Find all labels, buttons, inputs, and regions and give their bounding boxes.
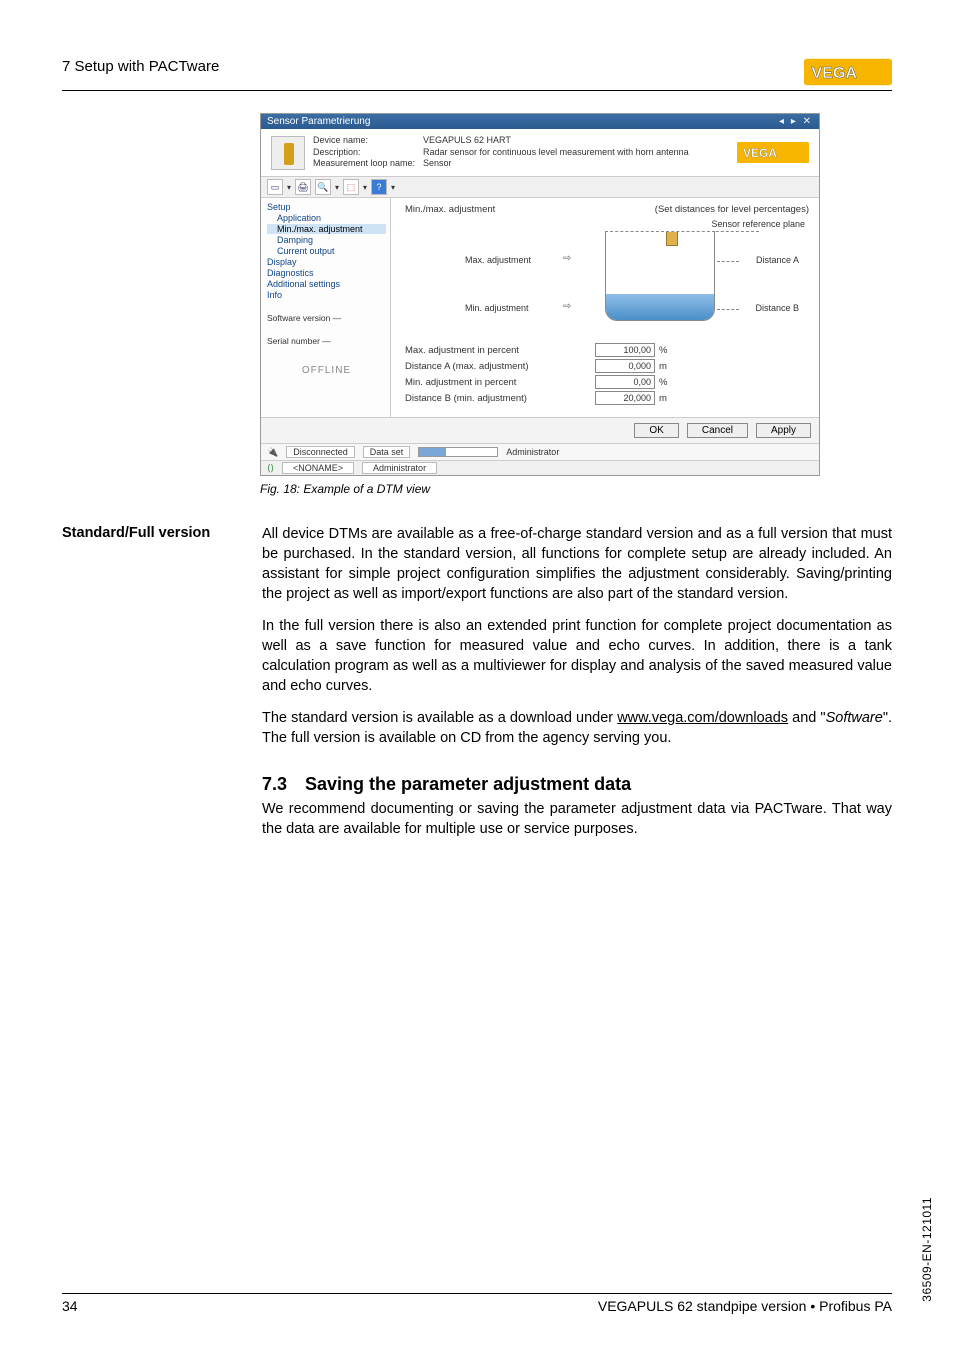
cancel-button[interactable]: Cancel [687,423,748,438]
ok-button[interactable]: OK [634,423,678,438]
min-pct-input[interactable]: 0,00 [595,375,655,389]
status-disconnected: Disconnected [286,446,355,458]
vessel-icon [605,231,715,321]
status-bar-2: ⟨⟩ <NONAME> Administrator [261,460,819,475]
window-controls-icon: ◂ ▸ ✕ [779,116,813,127]
tree-minmax[interactable]: Min./max. adjustment [267,224,386,234]
link-icon: ⟨⟩ [267,463,274,474]
tree-diagnostics[interactable]: Diagnostics [267,268,386,278]
arrow-icon: ⇨ [563,301,571,312]
svg-text:VEGA: VEGA [743,146,777,160]
device-labels: Device name:VEGAPULS 62 HART Description… [313,135,689,170]
page-header: 7 Setup with PACTware VEGA [62,58,892,91]
adjustment-fields: Max. adjustment in percent 100,00 % Dist… [405,343,809,405]
admin-cell: Administrator [362,462,437,474]
vega-logo-small-icon: VEGA [737,142,809,164]
device-thumb-icon [271,136,305,170]
subsection-body: We recommend documenting or saving the p… [262,799,892,839]
toolbar-btn[interactable]: 🔍 [315,179,331,195]
status-bar: 🔌 Disconnected Data set Administrator [261,443,819,460]
nav-tree: Setup Application Min./max. adjustment D… [261,198,391,417]
main-panel: Min./max. adjustment (Set distances for … [391,198,819,417]
tree-application[interactable]: Application [267,213,386,223]
plug-icon: 🔌 [267,447,278,458]
progress-bar [418,447,498,457]
tree-setup[interactable]: Setup [267,202,386,212]
toolbar-btn[interactable]: ⬚ [343,179,359,195]
doc-code: 36509-EN-121011 [920,1197,934,1302]
toolbar-help-icon[interactable]: ? [371,179,387,195]
panel-subheading: (Set distances for level percentages) [655,204,809,215]
offline-label: OFFLINE [267,365,386,376]
device-info-row: Device name:VEGAPULS 62 HART Description… [261,129,819,177]
panel-heading: Min./max. adjustment [405,204,495,215]
dtm-screenshot: Sensor Parametrierung ◂ ▸ ✕ Device name:… [260,113,820,476]
tree-current[interactable]: Current output [267,246,386,256]
product-name: VEGAPULS 62 standpipe version • Profibus… [598,1298,892,1314]
dist-b-input[interactable]: 20,000 [595,391,655,405]
tree-info[interactable]: Info [267,290,386,300]
download-paragraph: The standard version is available as a d… [262,708,892,748]
toolbar-btn[interactable]: ▭ [267,179,283,195]
side-heading: Standard/Full version [62,524,240,760]
subsection-heading: 7.3 Saving the parameter adjustment data [262,774,631,795]
section-header: 7 Setup with PACTware [62,58,219,75]
page-number: 34 [62,1298,78,1314]
vega-logo-icon: VEGA [804,58,892,86]
arrow-icon: ⇨ [563,253,571,264]
dist-a-input[interactable]: 0,000 [595,359,655,373]
toolbar: ▭▾ 🖨 🔍▾ ⬚▾ ?▾ [261,177,819,198]
software-version: Software version — [267,313,386,323]
page-footer: 34 VEGAPULS 62 standpipe version • Profi… [62,1293,892,1314]
apply-button[interactable]: Apply [756,423,811,438]
noname-cell: <NONAME> [282,462,354,474]
tree-damping[interactable]: Damping [267,235,386,245]
serial-number: Serial number — [267,336,386,346]
download-link[interactable]: www.vega.com/downloads [617,710,788,726]
body-text: All device DTMs are available as a free-… [262,524,892,760]
button-row: OK Cancel Apply [261,417,819,443]
window-title: Sensor Parametrierung [267,116,370,127]
figure-caption: Fig. 18: Example of a DTM view [260,482,892,496]
window-titlebar: Sensor Parametrierung ◂ ▸ ✕ [261,114,819,129]
status-dataset: Data set [363,446,411,458]
adjustment-diagram: Sensor reference plane Max. adjustment ⇨… [405,219,809,337]
toolbar-btn[interactable]: 🖨 [295,179,311,195]
tree-display[interactable]: Display [267,257,386,267]
tree-additional[interactable]: Additional settings [267,279,386,289]
svg-text:VEGA: VEGA [811,64,857,82]
status-admin: Administrator [506,447,559,457]
max-pct-input[interactable]: 100,00 [595,343,655,357]
